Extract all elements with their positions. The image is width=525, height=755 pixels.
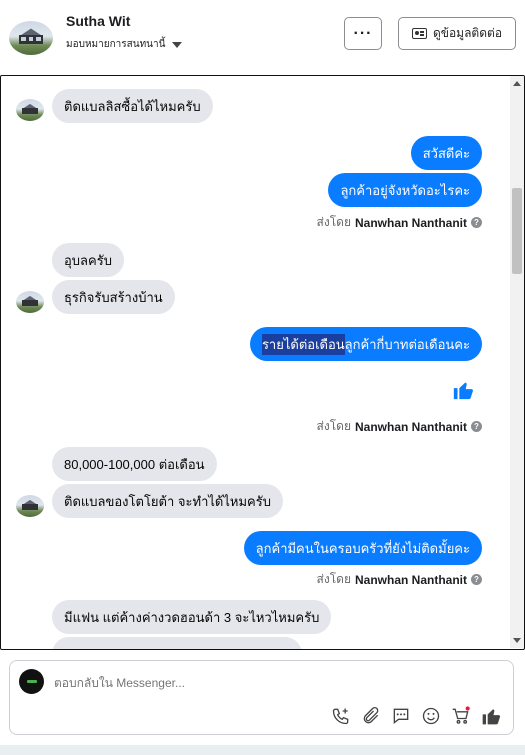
message-bubble[interactable]: ลูกค้าอยู่จังหวัดอะไรคะ bbox=[328, 173, 482, 207]
sent-by-label: ส่งโดย Nanwhan Nanthanit? bbox=[317, 213, 482, 232]
assign-label: มอบหมายการสนทนานี้ bbox=[66, 39, 166, 50]
more-options-button[interactable]: ··· bbox=[344, 17, 382, 50]
help-icon[interactable]: ? bbox=[471, 574, 482, 585]
contact-card-icon bbox=[411, 28, 427, 39]
message-thread[interactable]: ติดแบลลิสซื้อได้ไหมครับ สวัสดีค่ะ ลูกค้า… bbox=[0, 75, 525, 650]
scroll-up-icon[interactable] bbox=[513, 81, 521, 86]
chat-icon[interactable] bbox=[391, 706, 411, 726]
message-bubble[interactable]: ธุรกิจรับสร้างบ้าน bbox=[52, 280, 175, 314]
cart-icon[interactable] bbox=[451, 706, 471, 726]
message-bubble[interactable]: สวัสดีค่ะ bbox=[410, 136, 482, 170]
sent-by-label: ส่งโดย Nanwhan Nanthanit? bbox=[317, 570, 482, 589]
message-bubble[interactable]: มีแฟน แต่ค้างค่างวดฮอนด้า 3 จะไหวไหมครับ bbox=[52, 600, 332, 634]
assign-dropdown[interactable]: มอบหมายการสนทนานี้ bbox=[66, 37, 183, 52]
footer-strip bbox=[0, 745, 525, 755]
emoji-icon[interactable] bbox=[421, 706, 441, 726]
selected-text: รายได้ต่อเดือน bbox=[261, 333, 345, 355]
message-bubble[interactable]: ลูกค้ามีคนในครอบครัวที่ยังไม่ติดมั้ยคะ bbox=[243, 531, 482, 565]
scroll-down-icon[interactable] bbox=[513, 638, 521, 643]
help-icon[interactable]: ? bbox=[471, 421, 482, 432]
page-avatar bbox=[19, 669, 44, 694]
message-bubble[interactable]: รายได้ต่อเดือน ลูกค้ากี่บาทต่อเดือนคะ bbox=[249, 327, 482, 361]
help-icon[interactable]: ? bbox=[471, 217, 482, 228]
conversation-header: Sutha Wit มอบหมายการสนทนานี้ ··· ดูข้อมู… bbox=[0, 0, 525, 75]
sender-avatar bbox=[16, 495, 44, 517]
contact-name[interactable]: Sutha Wit bbox=[66, 13, 130, 29]
thumbs-up-icon[interactable] bbox=[452, 379, 474, 401]
message-bubble[interactable]: ติดแบลของโตโยต้า จะทำได้ไหมครับ bbox=[52, 484, 283, 518]
paperclip-icon[interactable] bbox=[361, 706, 381, 726]
phone-add-icon[interactable] bbox=[331, 706, 351, 726]
composer-toolbar bbox=[331, 706, 501, 726]
sent-by-label: ส่งโดย Nanwhan Nanthanit? bbox=[317, 417, 482, 436]
view-contact-button[interactable]: ดูข้อมูลติดต่อ bbox=[398, 17, 516, 50]
reply-composer bbox=[9, 660, 514, 735]
thread-scrollbar[interactable] bbox=[510, 76, 524, 648]
message-bubble-partial[interactable] bbox=[52, 637, 302, 649]
scroll-thumb[interactable] bbox=[512, 188, 522, 274]
caret-down-icon bbox=[172, 41, 183, 48]
message-bubble[interactable]: 80,000-100,000 ต่อเดือน bbox=[52, 447, 217, 481]
view-contact-label: ดูข้อมูลติดต่อ bbox=[432, 26, 503, 40]
sender-avatar bbox=[16, 99, 44, 121]
sender-avatar bbox=[16, 291, 44, 313]
contact-avatar[interactable] bbox=[9, 21, 53, 55]
message-bubble[interactable]: ติดแบลลิสซื้อได้ไหมครับ bbox=[52, 89, 213, 123]
reply-input[interactable] bbox=[54, 676, 354, 690]
thumbs-up-icon[interactable] bbox=[481, 706, 501, 726]
message-bubble[interactable]: อุบลครับ bbox=[52, 243, 124, 277]
more-label: ··· bbox=[353, 24, 373, 42]
